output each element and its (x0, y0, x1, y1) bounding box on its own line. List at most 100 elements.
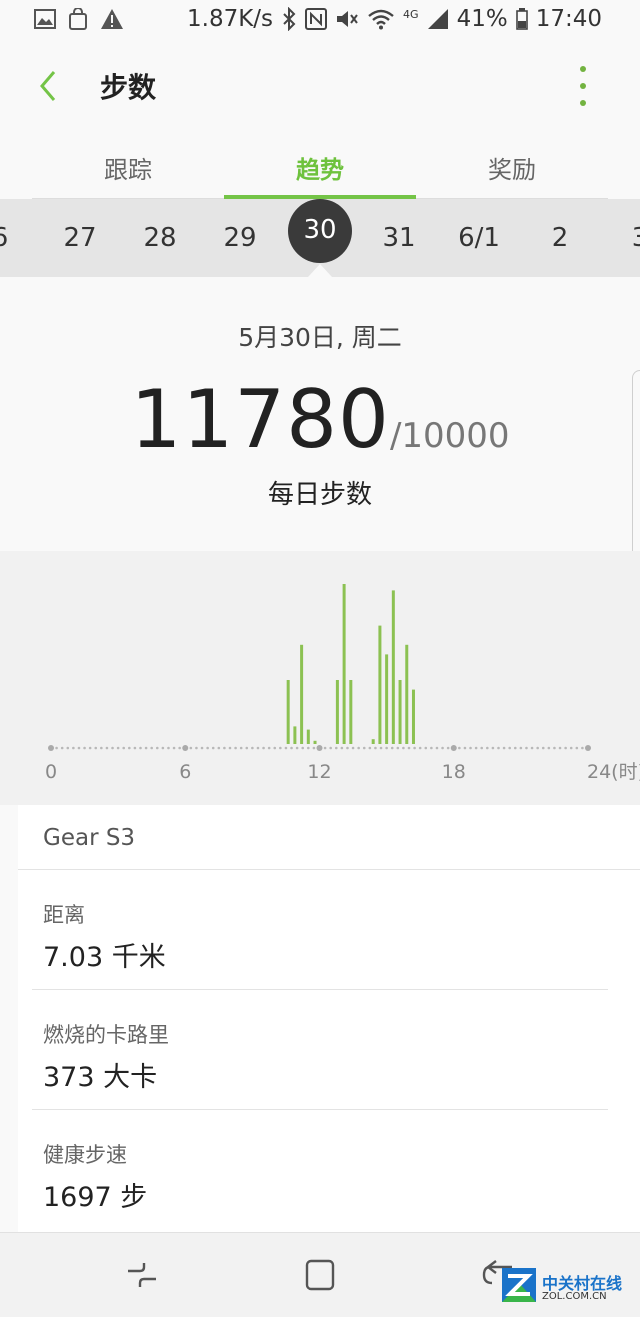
healthy-pace-value: 1697 步 (43, 1182, 148, 1213)
axis-dot (161, 746, 165, 750)
axis-dot (340, 746, 344, 750)
axis-dot (486, 746, 489, 750)
date-item[interactable]: 6 (0, 211, 32, 265)
axis-dot (128, 746, 131, 750)
hour-bar (313, 740, 317, 744)
mute-icon (337, 11, 358, 27)
axis-dot (458, 746, 461, 750)
distance-stat: 距离 7.03 千米 (43, 899, 166, 974)
axis-dot (55, 746, 58, 750)
wifi-icon (368, 9, 394, 30)
tab-rewards[interactable]: 奖励 (416, 130, 608, 198)
date-item-selected[interactable]: 30 (288, 199, 352, 263)
divider (18, 869, 640, 870)
axis-dot (172, 746, 176, 750)
axis-dot (480, 746, 484, 750)
axis-dot (88, 746, 92, 750)
axis-dot (144, 746, 148, 750)
distance-value: 7.03 千米 (43, 942, 166, 973)
axis-dot (396, 746, 400, 750)
axis-dot (211, 746, 215, 750)
steps-count: 11780 (130, 373, 390, 466)
hour-bar (398, 680, 402, 744)
axis-dot (530, 746, 534, 750)
steps-caption: 每日步数 (267, 480, 372, 510)
axis-dot (279, 746, 282, 750)
axis-dot (536, 746, 539, 750)
home-button[interactable] (296, 1253, 344, 1297)
axis-dot (357, 746, 360, 750)
hour-bar (378, 625, 382, 744)
calories-label: 燃烧的卡路里 (43, 1023, 169, 1047)
axis-dot (94, 746, 98, 750)
axis-dot (491, 746, 495, 750)
axis-dot (413, 746, 416, 750)
date-item[interactable]: 3 (608, 211, 640, 265)
more-options-button[interactable] (570, 66, 596, 106)
warning-icon (101, 9, 123, 29)
hour-bar (286, 680, 290, 744)
axis-dot (189, 746, 193, 750)
date-item[interactable]: 28 (128, 211, 192, 265)
x-tick-label: 12 (307, 761, 331, 783)
healthy-pace-label: 健康步速 (43, 1143, 127, 1167)
axis-dot (262, 746, 265, 750)
app-bar: 步数 (0, 44, 640, 130)
calories-stat: 燃烧的卡路里 373 大卡 (43, 1019, 169, 1094)
network-type: 4G (403, 8, 419, 21)
more-dot-icon (580, 100, 586, 106)
axis-dot (385, 746, 388, 750)
axis-dot (558, 746, 562, 750)
axis-dot (379, 746, 383, 750)
battery-icon (515, 8, 528, 30)
device-card: Gear S3 距离 7.03 千米 燃烧的卡路里 373 大卡 健康步速 16… (18, 805, 640, 1235)
axis-dot (435, 746, 439, 750)
axis-dot (446, 746, 450, 750)
axis-dot (178, 746, 181, 750)
axis-dot (463, 746, 467, 750)
axis-dot (116, 746, 120, 750)
axis-dot (150, 746, 153, 750)
hour-bar (335, 680, 339, 744)
back-button[interactable] (30, 64, 70, 108)
date-item[interactable]: 27 (48, 211, 112, 265)
axis-dot (273, 746, 277, 750)
axis-dot (351, 746, 355, 750)
hour-bar (391, 590, 395, 744)
axis-dot (284, 746, 288, 750)
nfc-icon (305, 8, 328, 30)
axis-dot (200, 746, 204, 750)
axis-dot (374, 746, 377, 750)
axis-dot (541, 746, 545, 750)
axis-dot (519, 746, 523, 750)
date-item[interactable]: 31 (367, 211, 431, 265)
date-item[interactable]: 29 (208, 211, 272, 265)
axis-dot (368, 746, 372, 750)
axis-dot (256, 746, 260, 750)
calories-value: 373 大卡 (43, 1062, 158, 1093)
tab-track[interactable]: 跟踪 (32, 130, 224, 198)
date-item[interactable]: 2 (528, 211, 592, 265)
more-dot-icon (580, 66, 586, 72)
axis-dot (251, 746, 254, 750)
battery-percent: 41% (456, 6, 508, 32)
recents-button[interactable] (118, 1253, 166, 1297)
hour-bar (300, 644, 304, 744)
date-item[interactable]: 6/1 (447, 211, 511, 265)
axis-dot (525, 746, 528, 750)
x-tick-label: 18 (442, 761, 466, 783)
network-speed: 1.87K/s (187, 6, 274, 32)
axis-dot (239, 746, 243, 750)
axis-dot (223, 746, 226, 750)
x-tick-label: 24(时) (587, 761, 640, 783)
axis-dot (66, 746, 70, 750)
axis-dot (441, 746, 444, 750)
tab-trends[interactable]: 趋势 (224, 130, 416, 199)
axis-dot (133, 746, 137, 750)
axis-dot (100, 746, 103, 750)
axis-dot (290, 746, 293, 750)
clock: 17:40 (535, 6, 602, 32)
home-icon (305, 1259, 335, 1291)
hour-bar (385, 654, 389, 744)
axis-dot (474, 746, 478, 750)
